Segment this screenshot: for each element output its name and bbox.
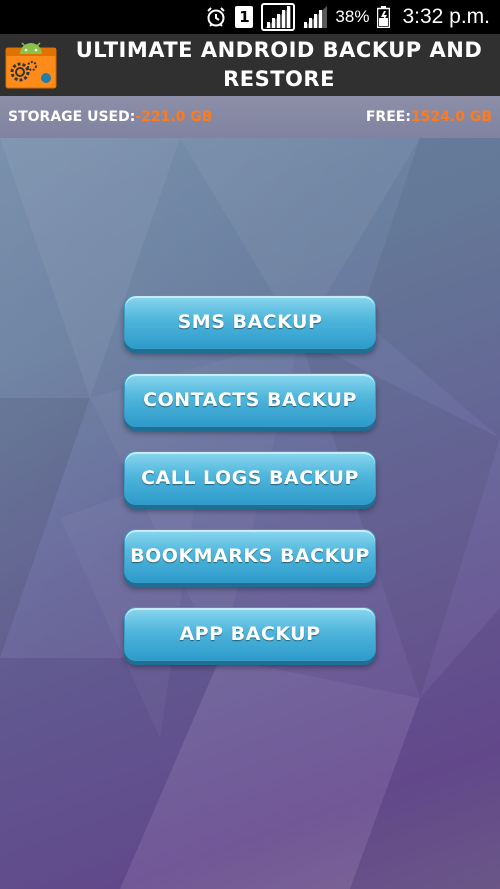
bookmarks-backup-button[interactable]: BOOKMARKS BACKUP <box>124 529 376 583</box>
sms-backup-button[interactable]: SMS BACKUP <box>124 295 376 349</box>
storage-used-label: STORAGE USED: <box>8 109 136 125</box>
screen: 1 38% 3:32 p.m. ULTIMATE ANDROID BACKUP … <box>0 0 500 889</box>
app-logo-icon[interactable] <box>4 40 58 90</box>
call-logs-backup-button[interactable]: CALL LOGS BACKUP <box>124 451 376 505</box>
signal-icon <box>303 6 328 28</box>
storage-used: STORAGE USED:-221.0 GB <box>8 109 212 125</box>
contacts-backup-button[interactable]: CONTACTS BACKUP <box>124 373 376 427</box>
app-title: ULTIMATE ANDROID BACKUP AND RESTORE <box>75 38 483 91</box>
storage-free: FREE:1524.0 GB <box>366 109 492 125</box>
storage-free-value: 1524.0 GB <box>410 109 492 125</box>
wallpaper-facets <box>0 138 500 889</box>
background-wallpaper <box>0 138 500 889</box>
battery-icon <box>377 6 391 28</box>
battery-percent: 38% <box>335 7 370 26</box>
app-backup-button[interactable]: APP BACKUP <box>124 607 376 661</box>
sim-icon: 1 <box>235 6 254 28</box>
storage-used-value: -221.0 GB <box>135 109 213 125</box>
status-time: 3:32 p.m. <box>402 5 490 28</box>
storage-bar: STORAGE USED:-221.0 GB FREE:1524.0 GB <box>0 96 500 138</box>
signal-icon <box>261 3 296 31</box>
app-header: ULTIMATE ANDROID BACKUP AND RESTORE <box>0 34 500 96</box>
storage-free-label: FREE: <box>365 109 411 125</box>
status-bar: 1 38% 3:32 p.m. <box>0 0 500 34</box>
alarm-icon <box>205 6 227 28</box>
